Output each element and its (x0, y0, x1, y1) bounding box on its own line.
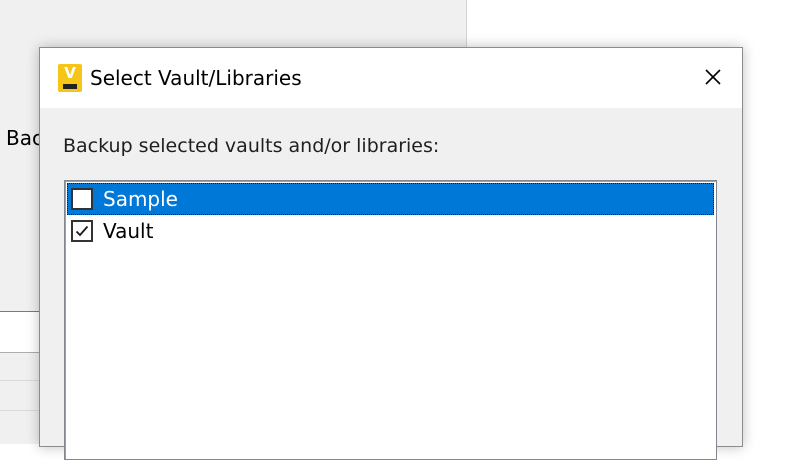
background-label: Bac (6, 126, 43, 150)
close-icon (705, 69, 721, 85)
app-icon-letter: V (64, 64, 76, 82)
select-vault-dialog: V Select Vault/Libraries Backup selected… (39, 47, 743, 460)
checkbox-vault[interactable] (71, 220, 93, 242)
list-item-label: Sample (103, 187, 178, 211)
list-item-sample[interactable]: Sample (67, 183, 714, 215)
close-button[interactable] (684, 48, 742, 106)
list-item-vault[interactable]: Vault (67, 215, 714, 247)
vault-library-list[interactable]: Sample Vault (64, 180, 717, 460)
list-item-label: Vault (103, 219, 154, 243)
dialog-title: Select Vault/Libraries (90, 66, 302, 90)
app-icon-badge (63, 84, 77, 89)
dialog-prompt: Backup selected vaults and/or libraries: (63, 135, 440, 157)
dialog-titlebar[interactable]: V Select Vault/Libraries (40, 48, 742, 108)
vault-app-icon: V (58, 64, 82, 92)
checkbox-sample[interactable] (71, 188, 93, 210)
checkmark-icon (75, 225, 89, 237)
